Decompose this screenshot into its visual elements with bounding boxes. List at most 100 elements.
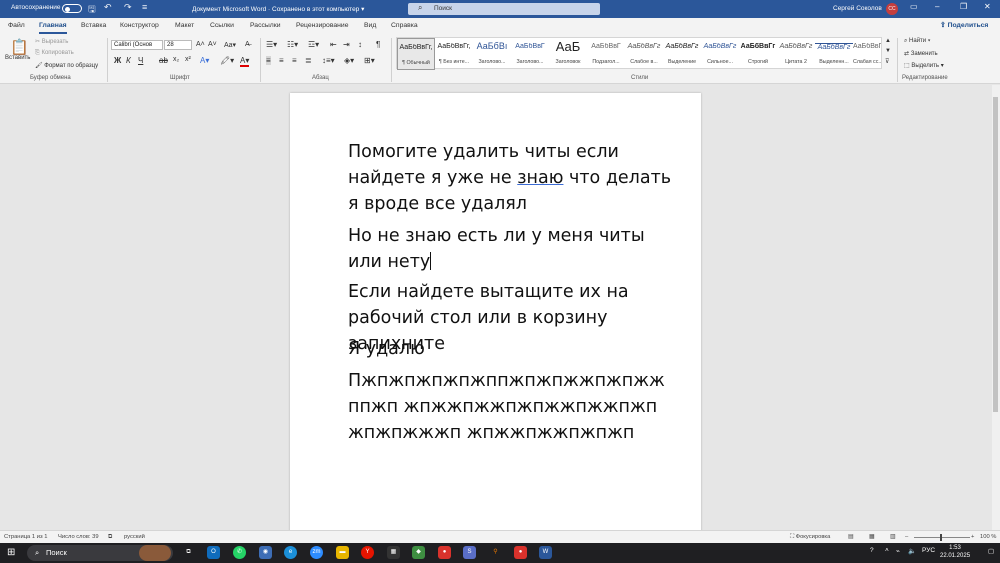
style-subtle-emphasis[interactable]: АаБбВвГг Слабое в... [625,38,663,70]
replace-button[interactable]: ⇄ Заменить [904,50,938,57]
zoom-out-icon[interactable]: – [905,534,908,540]
change-case-button[interactable]: Aa▾ [224,41,236,49]
paragraph-5[interactable]: Пжпжпжпжпжппжпжпжжпжпжжппжп жпжжпжжпжпжж… [348,368,668,446]
tab-references[interactable]: Ссылки [210,22,234,29]
restore-icon[interactable]: ❐ [960,2,967,11]
style-heading-1[interactable]: АаБбВı Заголово... [473,38,511,70]
borders-button[interactable]: ⊞▾ [364,56,375,65]
store-icon[interactable]: ▦ [387,546,400,559]
cut-button[interactable]: ✂ Вырезать [35,38,68,45]
tab-insert[interactable]: Вставка [81,22,106,29]
show-hidden-icons-icon[interactable]: ˄ [885,547,889,554]
word-icon[interactable]: W [539,546,552,559]
vertical-scrollbar[interactable] [992,85,1000,530]
superscript-button[interactable]: x² [185,56,191,63]
style-subtitle[interactable]: АаБбВвГ Подзагол... [587,38,625,70]
page-count[interactable]: Страница 1 из 1 [4,534,47,540]
style-quote-2[interactable]: АаБбВвГг Цитата 2 [777,38,815,70]
style-subtle-reference[interactable]: АаБбВвГг Слабая сс... [853,38,881,70]
edge-icon[interactable]: e [284,546,297,559]
share-button[interactable]: ⇪ Поделиться [940,21,988,29]
show-marks-button[interactable]: ¶ [376,40,380,49]
shrink-font-button[interactable]: A˅ [208,41,217,48]
style-normal[interactable]: АаБбВвГг, ¶ Обычный [397,38,435,70]
tab-home[interactable]: Главная [39,22,67,34]
user-name[interactable]: Сергей Соколов [833,5,882,12]
clear-formatting-button[interactable]: A̶ [245,41,250,48]
focus-mode-button[interactable]: ⛶ Фокусировка [790,534,830,541]
tab-view[interactable]: Вид [364,22,376,29]
minecraft-icon[interactable]: ◆ [412,546,425,559]
style-no-spacing[interactable]: АаБбВвГг, ¶ Без инте... [435,38,473,70]
line-spacing-button[interactable]: ↕≡▾ [322,56,335,65]
print-layout-icon[interactable]: ▦ [869,534,874,540]
sort-button[interactable]: ↕ [358,40,362,49]
taskbar-clock[interactable]: 1:53 22.01.2025 [940,544,970,560]
styles-scroll-down-icon[interactable]: ▼ [885,48,891,54]
file-explorer-icon[interactable]: ▬ [336,546,349,559]
font-family-select[interactable]: Calibri (Основ [111,40,163,50]
spelling-marked-word[interactable]: знаю [517,168,563,188]
paste-button[interactable]: Вставить [5,55,30,61]
paste-icon[interactable]: 📋 [10,38,29,56]
strikethrough-button[interactable]: аb [159,56,168,65]
search-app-icon[interactable]: ⚲ [489,546,502,559]
zoom-app-icon[interactable]: zm [310,546,323,559]
styles-more-icon[interactable]: ⊽ [885,58,889,65]
tab-help[interactable]: Справка [391,22,418,29]
paragraph-2[interactable]: Но не знаю есть ли у меня читы или нету [348,223,678,275]
app-icon[interactable]: ◉ [259,546,272,559]
bold-button[interactable]: Ж [114,56,121,65]
task-view-icon[interactable]: ⧉ [182,546,195,559]
zoom-in-icon[interactable]: + [971,534,974,540]
bullets-button[interactable]: ☰▾ [266,40,277,49]
paragraph-4[interactable]: Я удалю [348,336,678,362]
multilevel-list-button[interactable]: ☲▾ [308,40,319,49]
whatsapp-icon[interactable]: ✆ [233,546,246,559]
proofing-icon[interactable]: ⧉ [108,534,112,541]
ribbon-display-icon[interactable]: ▭ [910,2,918,11]
word-count[interactable]: Число слов: 39 [58,534,99,540]
input-language[interactable]: РУС [922,547,935,554]
zoom-level[interactable]: 100 % [980,534,996,540]
recorder-app-icon[interactable]: ● [514,546,527,559]
close-icon[interactable]: ✕ [984,2,991,11]
style-emphasis[interactable]: АаБбВвГг Выделение [663,38,701,70]
paragraph-1[interactable]: Помогите удалить читы если найдете я уже… [348,139,678,217]
minimize-icon[interactable]: – [935,2,939,11]
highlight-button[interactable]: 🖍▾ [220,56,234,65]
numbering-button[interactable]: ☷▾ [287,40,298,49]
select-button[interactable]: ⬚ Выделить ▾ [904,62,944,69]
tab-file[interactable]: Файл [8,22,25,29]
volume-icon[interactable]: 🔈 [908,547,916,555]
yandex-browser-icon[interactable]: Y [361,546,374,559]
help-icon[interactable]: ? [870,547,874,554]
align-left-button[interactable]: ≡ [266,56,271,65]
taskbar-search[interactable]: ⌕ Поиск [27,545,173,561]
document-page[interactable]: Помогите удалить читы если найдете я уже… [290,93,701,538]
undo-icon[interactable]: ↶ [104,2,112,13]
redo-icon[interactable]: ↷ [124,2,132,13]
underline-button[interactable]: Ч [138,56,143,65]
italic-button[interactable]: К [126,56,131,65]
customize-quick-access-icon[interactable]: ≡ [142,2,147,12]
outlook-icon[interactable]: O [207,546,220,559]
font-color-button[interactable]: A▾ [240,56,250,67]
tab-layout[interactable]: Макет [175,22,194,29]
language-indicator[interactable]: русский [124,534,145,540]
find-button[interactable]: ⌕ Найти ▾ [904,38,930,45]
screen-recorder-icon[interactable]: ● [438,546,451,559]
windows-start-icon[interactable]: ⊞ [7,547,15,558]
text-effects-button[interactable]: A▾ [200,56,209,65]
document-title[interactable]: Документ Microsoft Word · Сохранено в эт… [192,5,364,13]
tab-design[interactable]: Конструктор [120,22,159,29]
align-center-button[interactable]: ≡ [279,56,284,65]
network-icon[interactable]: ⌁ [896,547,900,555]
style-strong[interactable]: АаБбВвГг Строгий [739,38,777,70]
increase-indent-button[interactable]: ⇥ [343,40,350,49]
copy-button[interactable]: ⎘ Копировать [35,50,74,57]
font-size-select[interactable]: 28 [164,40,192,50]
style-heading-2[interactable]: АаБбВвГ Заголово... [511,38,549,70]
styles-scroll-up-icon[interactable]: ▲ [885,38,891,44]
style-title[interactable]: АаБ Заголовок [549,38,587,70]
